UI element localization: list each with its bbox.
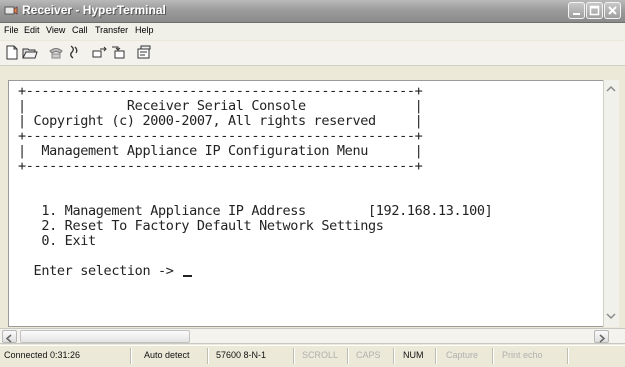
menu-edit[interactable]: Edit <box>24 25 40 35</box>
menu-view[interactable]: View <box>46 25 65 35</box>
new-document-icon[interactable] <box>4 45 20 60</box>
port-settings: 57600 8-N-1 <box>216 350 267 360</box>
connection-status: Connected 0:31:26 <box>4 350 81 360</box>
menu-file[interactable]: File <box>4 25 19 35</box>
scroll-right-button[interactable] <box>594 330 609 343</box>
scroll-right-icon <box>599 334 606 343</box>
terminal-line: +---------------------------------------… <box>18 83 423 99</box>
scroll-left-button[interactable] <box>2 330 17 343</box>
phone-disconnect-icon[interactable] <box>66 45 82 60</box>
receive-file-icon[interactable] <box>110 45 126 60</box>
title-bar[interactable]: Receiver - HyperTerminal <box>0 0 625 23</box>
terminal-line: | Receiver Serial Console | <box>18 98 423 114</box>
terminal-line: 0. Exit <box>18 233 96 249</box>
num-lock-indicator: NUM <box>403 350 424 360</box>
terminal-output[interactable]: +---------------------------------------… <box>18 83 493 279</box>
terminal-line: +---------------------------------------… <box>18 128 423 144</box>
terminal-prompt: Enter selection -> <box>18 263 182 279</box>
scroll-down-icon[interactable] <box>604 309 618 323</box>
terminal-line: +---------------------------------------… <box>18 158 423 174</box>
maximize-icon <box>589 5 600 16</box>
phone-connect-icon[interactable] <box>48 45 64 60</box>
maximize-button[interactable] <box>586 2 603 19</box>
terminal-line: 1. Management Appliance IP Address [192.… <box>18 203 493 219</box>
print-echo-indicator: Print echo <box>502 350 543 360</box>
status-bar: Connected 0:31:26 Auto detect 57600 8-N-… <box>0 345 625 367</box>
menu-help[interactable]: Help <box>135 25 154 35</box>
close-icon <box>608 6 617 15</box>
caps-lock-indicator: CAPS <box>356 350 381 360</box>
close-button[interactable] <box>604 2 621 19</box>
minimize-button[interactable] <box>568 2 585 19</box>
scroll-lock-indicator: SCROLL <box>302 350 339 360</box>
open-folder-icon[interactable] <box>22 45 38 60</box>
terminal-line: 2. Reset To Factory Default Network Sett… <box>18 218 384 234</box>
minimize-icon <box>573 13 580 15</box>
terminal-line: | Management Appliance IP Configuration … <box>18 143 423 159</box>
send-file-icon[interactable] <box>92 45 108 60</box>
vertical-scrollbar[interactable] <box>603 80 619 327</box>
horizontal-scrollbar[interactable] <box>0 328 625 344</box>
text-cursor <box>183 275 193 277</box>
terminal-line: | Copyright (c) 2000-2007, All rights re… <box>18 113 423 129</box>
scroll-left-icon <box>5 334 12 343</box>
menu-transfer[interactable]: Transfer <box>95 25 128 35</box>
menu-bar: File Edit View Call Transfer Help <box>0 23 625 40</box>
window-title: Receiver - HyperTerminal <box>22 3 166 17</box>
capture-indicator: Capture <box>446 350 479 360</box>
toolbar <box>0 41 625 66</box>
menu-call[interactable]: Call <box>72 25 88 35</box>
properties-icon[interactable] <box>136 45 152 60</box>
scroll-up-icon[interactable] <box>604 82 618 96</box>
detect-status: Auto detect <box>144 350 190 360</box>
terminal-prompt-line: Enter selection -> <box>18 264 492 279</box>
hyperterminal-icon <box>4 6 18 15</box>
scroll-thumb[interactable] <box>20 330 190 343</box>
